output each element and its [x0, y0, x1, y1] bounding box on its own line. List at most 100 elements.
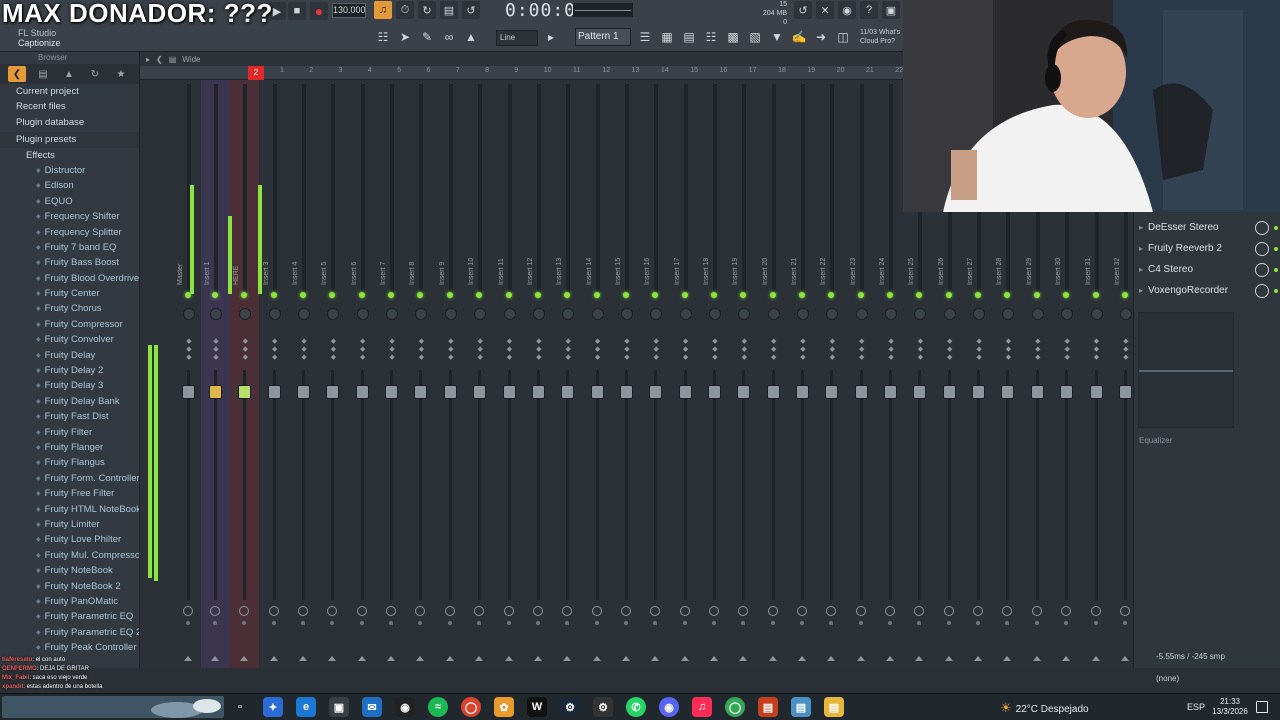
- route-button[interactable]: [327, 606, 338, 616]
- volume-fader[interactable]: [1089, 385, 1103, 399]
- route-button[interactable]: [1090, 606, 1101, 616]
- mixer-track[interactable]: Insert 8 ◆ ◆ ◆: [406, 80, 435, 668]
- metronome-button[interactable]: ♫: [374, 1, 392, 19]
- document-icon[interactable]: ▤: [791, 697, 811, 717]
- send-arrow-icon[interactable]: [974, 656, 983, 661]
- browser-item[interactable]: Fruity Compressor: [0, 317, 139, 332]
- route-button[interactable]: [620, 606, 631, 616]
- browser-item[interactable]: Fruity Flanger: [0, 440, 139, 455]
- back-icon[interactable]: ❮: [8, 66, 26, 82]
- stereo-separation-control[interactable]: ◆ ◆ ◆: [212, 338, 220, 362]
- steam-icon[interactable]: ⚙: [560, 697, 580, 717]
- track-pan-knob[interactable]: [767, 308, 780, 320]
- send-arrow-icon[interactable]: [299, 656, 308, 661]
- stereo-separation-control[interactable]: ◆ ◆ ◆: [1093, 338, 1101, 362]
- route-button[interactable]: [210, 606, 220, 616]
- browser-item[interactable]: Fruity Fast Dist: [0, 409, 139, 424]
- send-arrow-icon[interactable]: [680, 656, 689, 661]
- track-pan-knob[interactable]: [268, 308, 281, 320]
- browser-folder[interactable]: Current project: [0, 84, 139, 99]
- stereo-separation-control[interactable]: ◆ ◆ ◆: [946, 338, 954, 362]
- taskbar-search[interactable]: [2, 696, 224, 718]
- mixer-track[interactable]: Insert 6 ◆ ◆ ◆: [348, 80, 377, 668]
- route-button[interactable]: [1031, 606, 1042, 616]
- volume-fader[interactable]: [942, 385, 956, 399]
- mixer-track[interactable]: Insert 15 ◆ ◆ ◆: [612, 80, 641, 668]
- track-enable-led[interactable]: [300, 292, 307, 298]
- volume-fader[interactable]: [414, 385, 428, 399]
- plugin-icon[interactable]: ▧: [746, 28, 764, 46]
- send-arrow-icon[interactable]: [1003, 656, 1012, 661]
- browser-item[interactable]: Fruity Mul. Compressor: [0, 548, 139, 563]
- route-button[interactable]: [474, 606, 485, 616]
- track-enable-led[interactable]: [417, 292, 424, 298]
- fx-mix-knob[interactable]: [1255, 263, 1269, 277]
- playlist-icon[interactable]: ☰: [636, 28, 654, 46]
- fx-enable-led[interactable]: [1274, 268, 1278, 272]
- track-pan-knob[interactable]: [532, 308, 545, 320]
- stereo-separation-control[interactable]: ◆ ◆ ◆: [185, 338, 193, 362]
- browser-item[interactable]: Distructor: [0, 163, 139, 178]
- stereo-separation-control[interactable]: ◆ ◆ ◆: [1034, 338, 1042, 362]
- send-arrow-icon[interactable]: [886, 656, 895, 661]
- browser-item[interactable]: Fruity Free Filter: [0, 486, 139, 501]
- route-button[interactable]: [356, 606, 367, 616]
- stereo-separation-control[interactable]: ◆ ◆ ◆: [975, 338, 983, 362]
- route-button[interactable]: [298, 606, 309, 616]
- route-button[interactable]: [1061, 606, 1072, 616]
- mixer-track[interactable]: Insert 3 ◆ ◆ ◆: [260, 80, 289, 668]
- send-arrow-icon[interactable]: [798, 656, 806, 661]
- browser-section[interactable]: Plugin presets: [0, 132, 139, 148]
- mixer-track[interactable]: Insert 16 ◆ ◆ ◆: [641, 80, 670, 668]
- shop-icon[interactable]: ◫: [834, 28, 852, 46]
- stereo-separation-control[interactable]: ◆ ◆ ◆: [887, 338, 895, 362]
- mic-icon[interactable]: ◉: [838, 1, 856, 19]
- fx-slot[interactable]: C4 Stereo: [1134, 260, 1280, 280]
- record-button[interactable]: ●: [310, 2, 328, 20]
- mixer-track[interactable]: Insert 22 ◆ ◆ ◆: [817, 80, 846, 668]
- volume-fader[interactable]: [531, 385, 545, 399]
- track-pan-knob[interactable]: [943, 308, 956, 320]
- route-button[interactable]: [943, 606, 954, 616]
- track-pan-knob[interactable]: [562, 308, 575, 320]
- mixer-track[interactable]: Insert 21 ◆ ◆ ◆: [788, 80, 817, 668]
- volume-fader[interactable]: [678, 385, 692, 399]
- track-pan-knob[interactable]: [183, 308, 195, 320]
- send-arrow-icon[interactable]: [621, 656, 630, 661]
- view-mode-label[interactable]: Wide: [182, 55, 200, 64]
- route-button[interactable]: [885, 606, 896, 616]
- send-arrow-icon[interactable]: [240, 656, 249, 661]
- track-enable-led[interactable]: [358, 292, 365, 298]
- send-arrow-icon[interactable]: [387, 656, 396, 661]
- fx-slot[interactable]: DeEsser Stereo: [1134, 218, 1280, 238]
- volume-fader[interactable]: [619, 385, 633, 399]
- spotify-icon[interactable]: ≈: [428, 697, 448, 717]
- send-arrow-icon[interactable]: [533, 656, 542, 661]
- track-name[interactable]: Insert 19: [732, 225, 742, 285]
- browser-item[interactable]: Fruity HTML NoteBook: [0, 502, 139, 517]
- track-enable-led[interactable]: [769, 292, 776, 298]
- mixer-track[interactable]: Insert 17 ◆ ◆ ◆: [671, 80, 700, 668]
- browser-item[interactable]: Fruity NoteBook 2: [0, 579, 139, 594]
- track-name[interactable]: Insert 12: [527, 225, 537, 285]
- chrome-icon[interactable]: ◯: [461, 697, 481, 717]
- send-arrow-icon[interactable]: [416, 656, 425, 661]
- send-arrow-icon[interactable]: [827, 656, 836, 661]
- volume-fader[interactable]: [590, 385, 604, 399]
- send-arrow-icon[interactable]: [357, 656, 366, 661]
- obs-icon[interactable]: ◉: [395, 697, 415, 717]
- route-button[interactable]: [708, 606, 719, 616]
- stereo-separation-control[interactable]: ◆ ◆ ◆: [329, 338, 337, 362]
- route-button[interactable]: [914, 606, 925, 616]
- forward-icon[interactable]: ➜: [812, 28, 830, 46]
- route-button[interactable]: [826, 606, 837, 616]
- fx-enable-led[interactable]: [1274, 289, 1278, 293]
- track-name[interactable]: Insert 20: [762, 225, 772, 285]
- route-button[interactable]: [183, 606, 193, 616]
- track-pan-knob[interactable]: [327, 308, 340, 320]
- discord-icon[interactable]: ◉: [659, 697, 679, 717]
- channel-rack-icon[interactable]: ▤: [680, 28, 698, 46]
- track-name[interactable]: Insert 1: [204, 225, 214, 285]
- track-pan-knob[interactable]: [1061, 308, 1074, 320]
- stereo-separation-control[interactable]: ◆ ◆ ◆: [300, 338, 308, 362]
